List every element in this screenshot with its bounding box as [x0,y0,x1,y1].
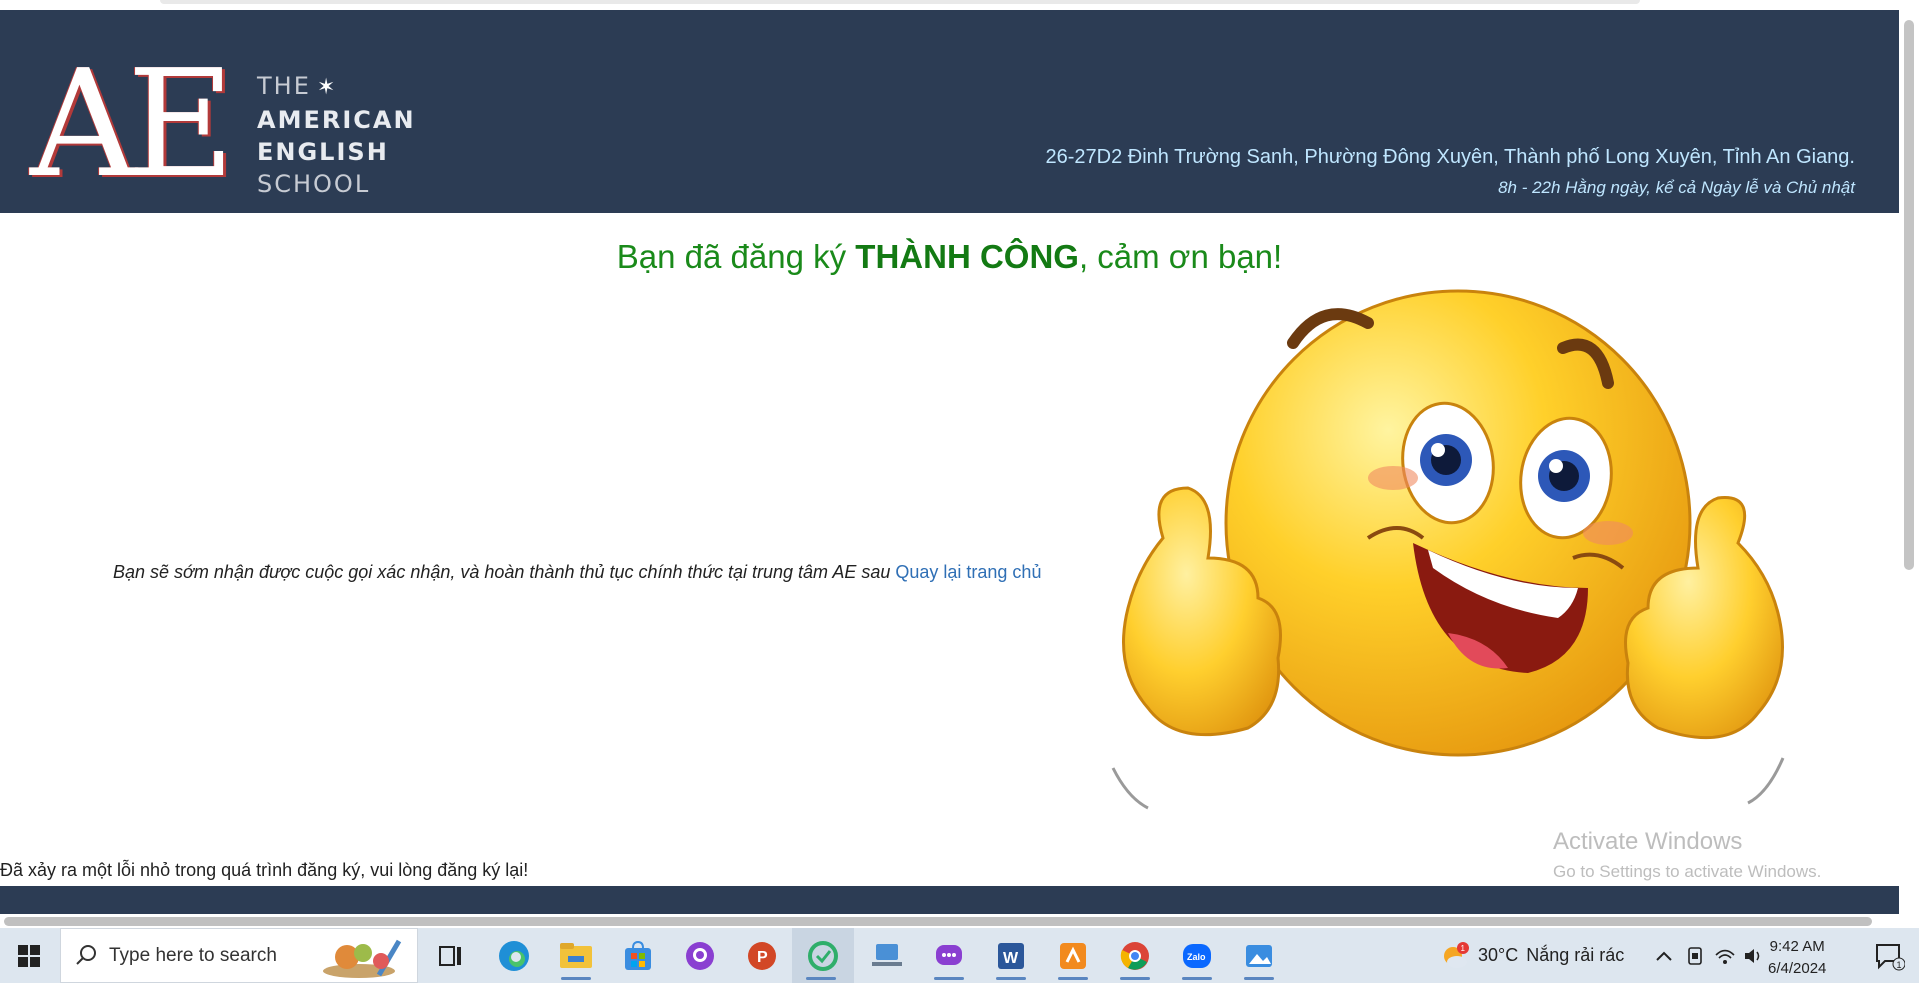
success-prefix: Bạn đã đăng ký [616,238,856,275]
meet-now-icon[interactable] [1682,928,1708,983]
volume-icon[interactable] [1740,928,1766,983]
opening-hours: 8h - 22h Hằng ngày, kể cả Ngày lễ và Chủ… [1498,178,1855,197]
activate-windows-watermark: Activate Windows Go to Settings to activ… [1553,828,1821,882]
logo-american: AMERICAN [257,106,416,134]
browser-bar-edge [160,0,1640,4]
cloud-icon[interactable] [858,928,916,983]
vertical-scrollbar-thumb[interactable] [1904,20,1914,570]
logo-wordmark: THE ✶ AMERICAN ENGLISH SCHOOL [257,70,416,200]
chat-app-icon[interactable] [920,928,978,983]
chat-active-indicator [934,977,964,980]
confirmation-message: Bạn sẽ sớm nhận được cuộc gọi xác nhận, … [113,562,1041,583]
word-icon[interactable]: W [982,928,1040,983]
zalo-active-indicator [1182,977,1212,980]
chevron-up-icon[interactable] [1652,928,1676,983]
system-clock[interactable]: 9:42 AM 6/4/2024 [1768,936,1826,980]
notification-count: 1 [1897,960,1902,970]
taskbar-search-box[interactable]: Type here to search [60,928,418,983]
pdf-icon[interactable] [1044,928,1102,983]
activate-windows-title: Activate Windows [1553,828,1743,855]
chrome-icon[interactable] [1106,928,1164,983]
back-home-link[interactable]: Quay lại trang chủ [895,562,1041,582]
github-icon[interactable] [671,928,729,983]
svg-text:W: W [1003,950,1019,967]
logo-the: THE [257,72,311,100]
activate-windows-subtitle: Go to Settings to activate Windows. [1553,862,1822,881]
horizontal-scrollbar-thumb[interactable] [4,917,1872,926]
school-address: 26-27D2 Đinh Trường Sanh, Phường Đông Xu… [1045,146,1855,168]
site-footer-bar [0,886,1899,914]
logo-initials: AE [30,38,235,210]
clock-date: 6/4/2024 [1768,960,1827,977]
edge-icon[interactable] [485,928,543,983]
zalo-icon[interactable]: Zalo [1168,928,1226,983]
weather-widget[interactable]: 30°C Nắng rải rác [1478,928,1624,983]
photos-active-indicator [1244,977,1274,980]
thumbs-up-smiley-image [1111,289,1785,810]
notification-center-icon[interactable]: 1 [1864,928,1914,983]
file-explorer-icon[interactable] [547,928,605,983]
weather-icon[interactable]: 1 [1438,928,1472,983]
search-placeholder: Type here to search [109,945,277,966]
pdf-active-indicator [1058,977,1088,980]
file-explorer-active-indicator [561,977,591,980]
error-message: Đã xảy ra một lỗi nhỏ trong quá trình đă… [0,860,529,880]
success-bold: THÀNH CÔNG [855,238,1079,275]
confirmation-text: Bạn sẽ sớm nhận được cuộc gọi xác nhận, … [113,562,896,582]
weather-temperature: 30°C [1478,945,1519,965]
star-icon: ✶ [316,75,338,100]
snipping-icon[interactable] [792,928,854,983]
photos-icon[interactable] [1230,928,1288,983]
svg-text:P: P [757,949,768,966]
vertical-scrollbar[interactable] [1899,0,1919,925]
powerpoint-icon[interactable]: P [733,928,791,983]
logo-school: SCHOOL [257,170,371,198]
search-highlight-art-icon [319,935,415,984]
logo-english: ENGLISH [257,138,389,166]
task-view-icon[interactable] [428,928,474,983]
search-icon [75,943,99,972]
store-icon[interactable] [609,928,667,983]
site-header: AE THE ✶ AMERICAN ENGLISH SCHOOL 26-27D2 … [0,10,1899,213]
word-active-indicator [996,977,1026,980]
snipping-active-indicator [806,977,836,980]
chrome-active-indicator [1120,977,1150,980]
horizontal-scrollbar[interactable] [0,914,1899,928]
windows-taskbar: Type here to search P W Zalo 1 30°C Nắng… [0,928,1919,983]
browser-top-strip [0,0,1919,10]
zalo-label: Zalo [1187,952,1206,962]
start-icon[interactable] [0,928,58,983]
school-logo[interactable]: AE THE ✶ AMERICAN ENGLISH SCHOOL [30,50,430,202]
wifi-icon[interactable] [1712,928,1738,983]
clock-time: 9:42 AM [1769,938,1825,955]
weather-badge: 1 [1461,944,1466,953]
success-heading: Bạn đã đăng ký THÀNH CÔNG, cảm ơn bạn! [0,238,1899,276]
success-suffix: , cảm ơn bạn! [1078,238,1283,275]
weather-description: Nắng rải rác [1526,945,1625,965]
